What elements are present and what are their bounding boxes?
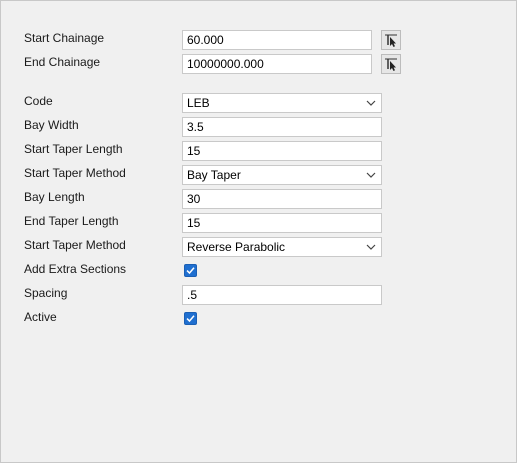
start-taper-method-value: Bay Taper (187, 168, 241, 182)
end-taper-length-input[interactable]: 15 (182, 213, 382, 233)
spacing-input[interactable]: .5 (182, 285, 382, 305)
bay-length-label: Bay Length (24, 190, 85, 204)
bay-width-label: Bay Width (24, 118, 79, 132)
checkmark-icon (186, 267, 195, 275)
end-taper-length-label: End Taper Length (24, 214, 119, 228)
end-chainage-label: End Chainage (24, 55, 101, 69)
end-taper-method-select[interactable]: Reverse Parabolic (182, 237, 382, 257)
bay-length-input[interactable]: 30 (182, 189, 382, 209)
properties-panel: Start Chainage 60.000 End Chainage 10000… (0, 0, 517, 463)
code-select[interactable]: LEB (182, 93, 382, 113)
start-taper-length-input[interactable]: 15 (182, 141, 382, 161)
start-chainage-pick-button[interactable] (381, 30, 401, 50)
chevron-down-icon (366, 244, 376, 250)
start-taper-length-label: Start Taper Length (24, 142, 123, 156)
add-extra-sections-checkbox[interactable] (184, 264, 197, 277)
bay-width-input[interactable]: 3.5 (182, 117, 382, 137)
spacing-label: Spacing (24, 286, 68, 300)
checkmark-icon (186, 315, 195, 323)
active-label: Active (24, 310, 57, 324)
chevron-down-icon (366, 100, 376, 106)
code-select-value: LEB (187, 96, 210, 110)
pick-from-model-icon (385, 34, 397, 47)
start-chainage-label: Start Chainage (24, 31, 105, 45)
chevron-down-icon (366, 172, 376, 178)
start-taper-method-select[interactable]: Bay Taper (182, 165, 382, 185)
active-checkbox[interactable] (184, 312, 197, 325)
end-chainage-pick-button[interactable] (381, 54, 401, 74)
add-extra-sections-label: Add Extra Sections (24, 262, 127, 276)
end-taper-method-label: Start Taper Method (24, 238, 126, 252)
pick-from-model-icon (385, 58, 397, 71)
end-chainage-input[interactable]: 10000000.000 (182, 54, 372, 74)
start-taper-method-label: Start Taper Method (24, 166, 126, 180)
start-chainage-input[interactable]: 60.000 (182, 30, 372, 50)
end-taper-method-value: Reverse Parabolic (187, 240, 286, 254)
code-label: Code (24, 94, 53, 108)
